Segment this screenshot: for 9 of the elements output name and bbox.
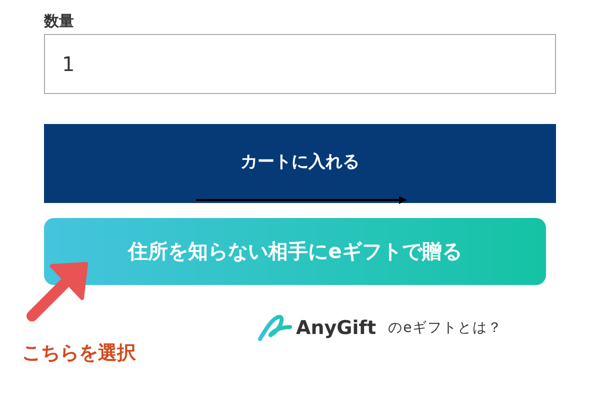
ribbon-logo-icon [258, 315, 292, 341]
annotation-text: こちらを選択 [22, 341, 136, 366]
add-to-cart-button[interactable]: カートに入れる [44, 124, 556, 203]
arrow-icon [196, 196, 408, 204]
quantity-field[interactable]: 1 [44, 34, 556, 94]
about-egift-link[interactable]: のeギフトとは？ [388, 319, 503, 337]
pointer-arrow-icon [24, 262, 90, 322]
brand-name: AnyGift [296, 317, 376, 339]
quantity-label: 数量 [44, 11, 74, 32]
